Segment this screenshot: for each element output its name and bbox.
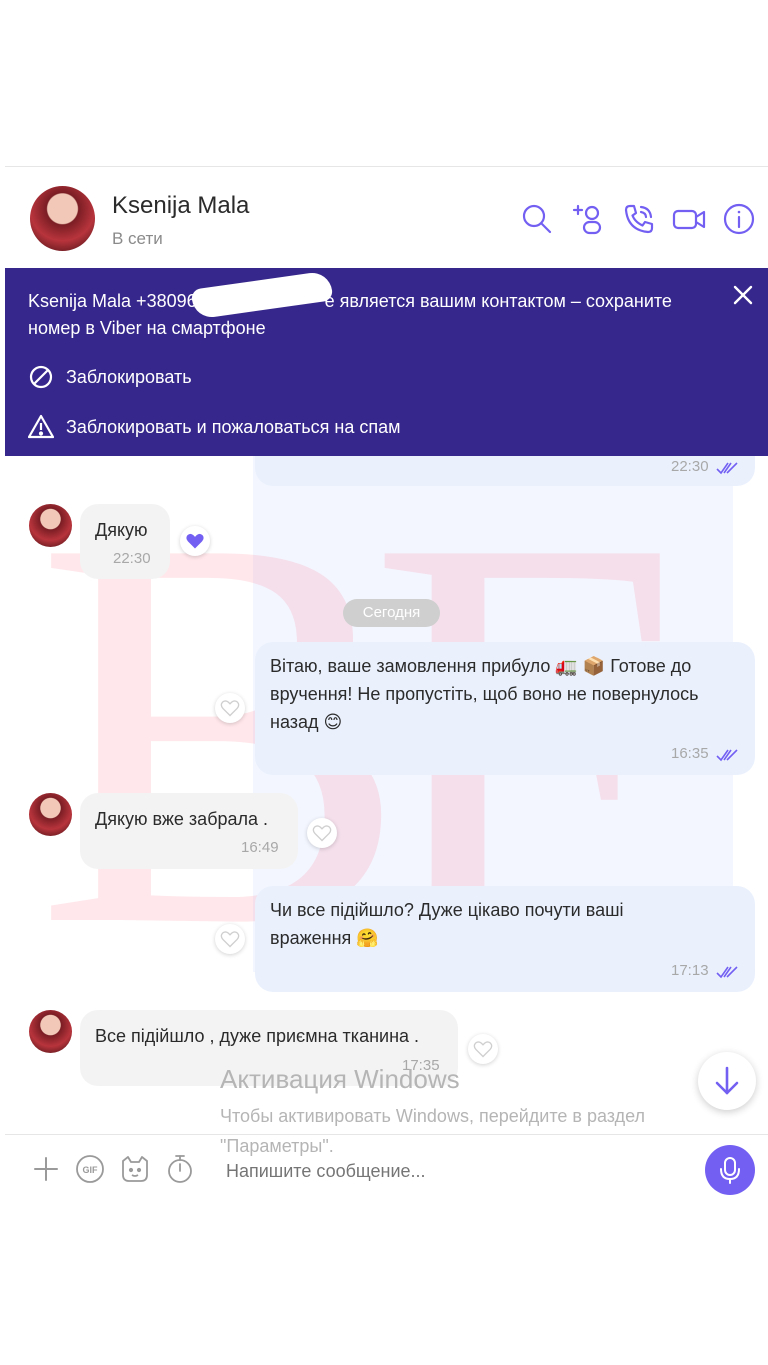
- banner-line2: номер в Viber на смартфоне: [28, 318, 266, 338]
- banner-message: Ksenija Mala +380965 е является вашим кон…: [28, 288, 688, 342]
- timer-icon[interactable]: [164, 1153, 196, 1185]
- message-bubble-outgoing[interactable]: Вітаю, ваше замовлення прибуло 🚛 📦 Готов…: [255, 642, 755, 775]
- microphone-icon: [720, 1157, 740, 1184]
- message-bubble-incoming[interactable]: Дякую 22:30: [80, 504, 170, 579]
- heart-reaction-icon[interactable]: [215, 924, 245, 954]
- message-text: Дякую вже забрала .: [95, 809, 269, 829]
- voice-message-button[interactable]: [705, 1145, 755, 1195]
- call-icon[interactable]: [622, 202, 656, 236]
- message-time: 16:49: [241, 839, 279, 856]
- message-bubble-outgoing[interactable]: Чи все підійшло? Дуже цікаво почути ваші…: [255, 886, 755, 992]
- read-receipt-icon: [716, 749, 738, 762]
- banner-line1-suffix: е является вашим контактом – сохраните: [324, 291, 672, 311]
- message-text-line: назад 😊: [270, 712, 343, 732]
- windows-activation-line1: Чтобы активировать Windows, перейдите в …: [220, 1106, 646, 1126]
- contact-name[interactable]: Ksenija Mala: [112, 192, 249, 220]
- windows-activation-title: Активация Windows: [220, 1064, 460, 1094]
- message-composer: GIF: [5, 1134, 768, 1201]
- read-receipt-icon: [716, 966, 738, 979]
- sender-avatar[interactable]: [29, 504, 72, 547]
- gif-icon[interactable]: GIF: [74, 1153, 106, 1185]
- block-and-report-spam-button[interactable]: Заблокировать и пожаловаться на спам: [28, 414, 400, 440]
- block-icon: [29, 365, 53, 389]
- message-text-line: враження 🤗: [270, 928, 379, 948]
- message-text: Все підійшло , дуже приємна тканина .: [95, 1026, 420, 1046]
- unknown-contact-banner: Ksenija Mala +380965 е является вашим кон…: [5, 268, 768, 456]
- message-text-line: Вітаю, ваше замовлення прибуло 🚛 📦 Готов…: [270, 656, 692, 676]
- heart-reaction-icon[interactable]: [215, 693, 245, 723]
- heart-reaction-icon[interactable]: [180, 526, 210, 556]
- heart-reaction-icon[interactable]: [468, 1034, 498, 1064]
- message-list[interactable]: 22:30 Дякую 22:30 Сегодня Вітаю, ваше за…: [5, 416, 768, 1136]
- banner-line1-prefix: Ksenija Mala +380965: [28, 291, 207, 311]
- heart-reaction-icon[interactable]: [307, 818, 337, 848]
- sender-avatar[interactable]: [29, 793, 72, 836]
- sticker-icon[interactable]: [119, 1153, 151, 1185]
- contact-status: В сети: [112, 229, 163, 248]
- message-input[interactable]: [224, 1160, 688, 1183]
- message-time: 16:35: [671, 745, 709, 762]
- message-text: Дякую: [95, 520, 148, 540]
- message-text-line: вручення! Не пропустіть, щоб воно не пов…: [270, 684, 699, 704]
- block-button[interactable]: Заблокировать: [28, 364, 192, 390]
- block-label: Заблокировать: [66, 366, 192, 387]
- sender-avatar[interactable]: [29, 1010, 72, 1053]
- message-time: 22:30: [671, 458, 709, 475]
- video-call-icon[interactable]: [672, 202, 706, 236]
- chat-window: Ksenija Mala В сети BF 22:30 Дякую: [5, 166, 768, 1201]
- message-time: 17:13: [671, 962, 709, 979]
- date-separator: Сегодня: [343, 599, 440, 627]
- contact-avatar[interactable]: [30, 186, 95, 251]
- add-participant-icon[interactable]: [572, 202, 606, 236]
- chat-header: Ksenija Mala В сети: [5, 167, 768, 268]
- warning-icon: [28, 414, 54, 439]
- message-text-line: Чи все підійшло? Дуже цікаво почути ваші: [270, 900, 624, 920]
- info-icon[interactable]: [722, 202, 756, 236]
- read-receipt-icon: [716, 462, 738, 475]
- message-time: 22:30: [113, 550, 151, 567]
- block-spam-label: Заблокировать и пожаловаться на спам: [66, 416, 401, 437]
- plus-icon[interactable]: [30, 1153, 62, 1185]
- search-icon[interactable]: [520, 202, 554, 236]
- close-icon[interactable]: [732, 284, 754, 306]
- message-bubble-incoming[interactable]: Дякую вже забрала . 16:49: [80, 793, 298, 869]
- svg-text:GIF: GIF: [83, 1165, 99, 1175]
